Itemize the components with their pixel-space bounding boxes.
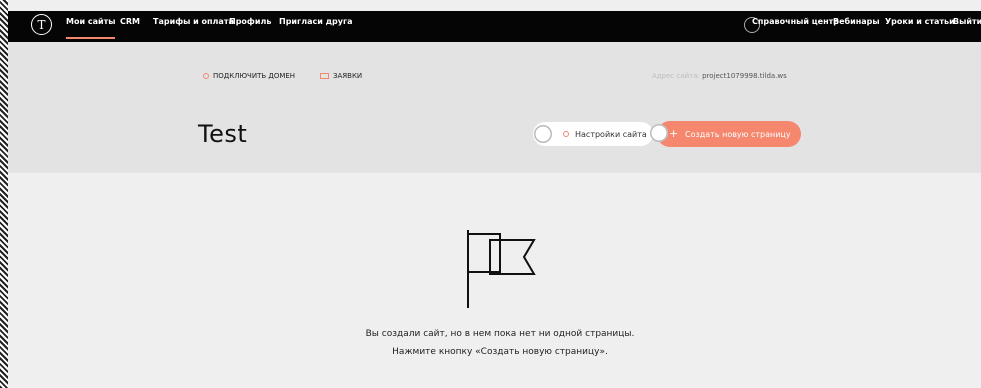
app-frame: T Мои сайты CRM Тарифы и оплата Профиль …: [0, 0, 981, 388]
nav-profile[interactable]: Профиль: [229, 17, 271, 26]
create-page-label: Создать новую страницу: [685, 129, 791, 139]
create-toggle-knob: [650, 124, 668, 142]
logo-letter: T: [37, 17, 46, 32]
flag-icon: [467, 230, 536, 308]
connect-domain-link[interactable]: ПОДКЛЮЧИТЬ ДОМЕН: [203, 72, 295, 80]
project-title: Test: [198, 120, 248, 148]
plus-icon: +: [669, 127, 679, 140]
gear-icon: [563, 131, 569, 137]
leads-label: ЗАЯВКИ: [333, 72, 363, 80]
project-header: [8, 42, 981, 173]
site-address: Адрес сайта: project1079998.tilda.ws: [652, 72, 787, 80]
topbar: [8, 11, 981, 42]
leads-icon: [320, 73, 329, 79]
nav-logout[interactable]: Выйти: [953, 17, 981, 26]
empty-state-line1: Вы создали сайт, но в нем пока нет ни од…: [365, 329, 635, 339]
create-page-button[interactable]: + Создать новую страницу: [657, 121, 801, 147]
nav-invite-friend[interactable]: Пригласи друга: [279, 17, 353, 26]
leads-link[interactable]: ЗАЯВКИ: [320, 72, 362, 80]
nav-tariffs[interactable]: Тарифы и оплата: [153, 17, 234, 26]
nav-my-sites[interactable]: Мои сайты: [66, 17, 116, 39]
settings-toggle-knob: [534, 125, 552, 143]
site-settings-button[interactable]: Настройки сайта: [533, 122, 653, 146]
nav-webinars[interactable]: Вебинары: [833, 17, 880, 26]
tilda-logo[interactable]: T: [31, 14, 52, 35]
domain-icon: [203, 73, 209, 79]
connect-domain-label: ПОДКЛЮЧИТЬ ДОМЕН: [213, 72, 296, 80]
site-address-value[interactable]: project1079998.tilda.ws: [702, 72, 787, 80]
nav-lessons[interactable]: Уроки и статьи: [885, 17, 955, 26]
nav-crm[interactable]: CRM: [120, 17, 140, 26]
nav-help-center[interactable]: Справочный центр: [752, 17, 839, 26]
left-strip: [0, 0, 8, 388]
site-settings-label: Настройки сайта: [575, 129, 647, 139]
site-address-label: Адрес сайта:: [652, 72, 700, 80]
empty-state-line2: Нажмите кнопку «Создать новую страницу».: [392, 347, 608, 357]
